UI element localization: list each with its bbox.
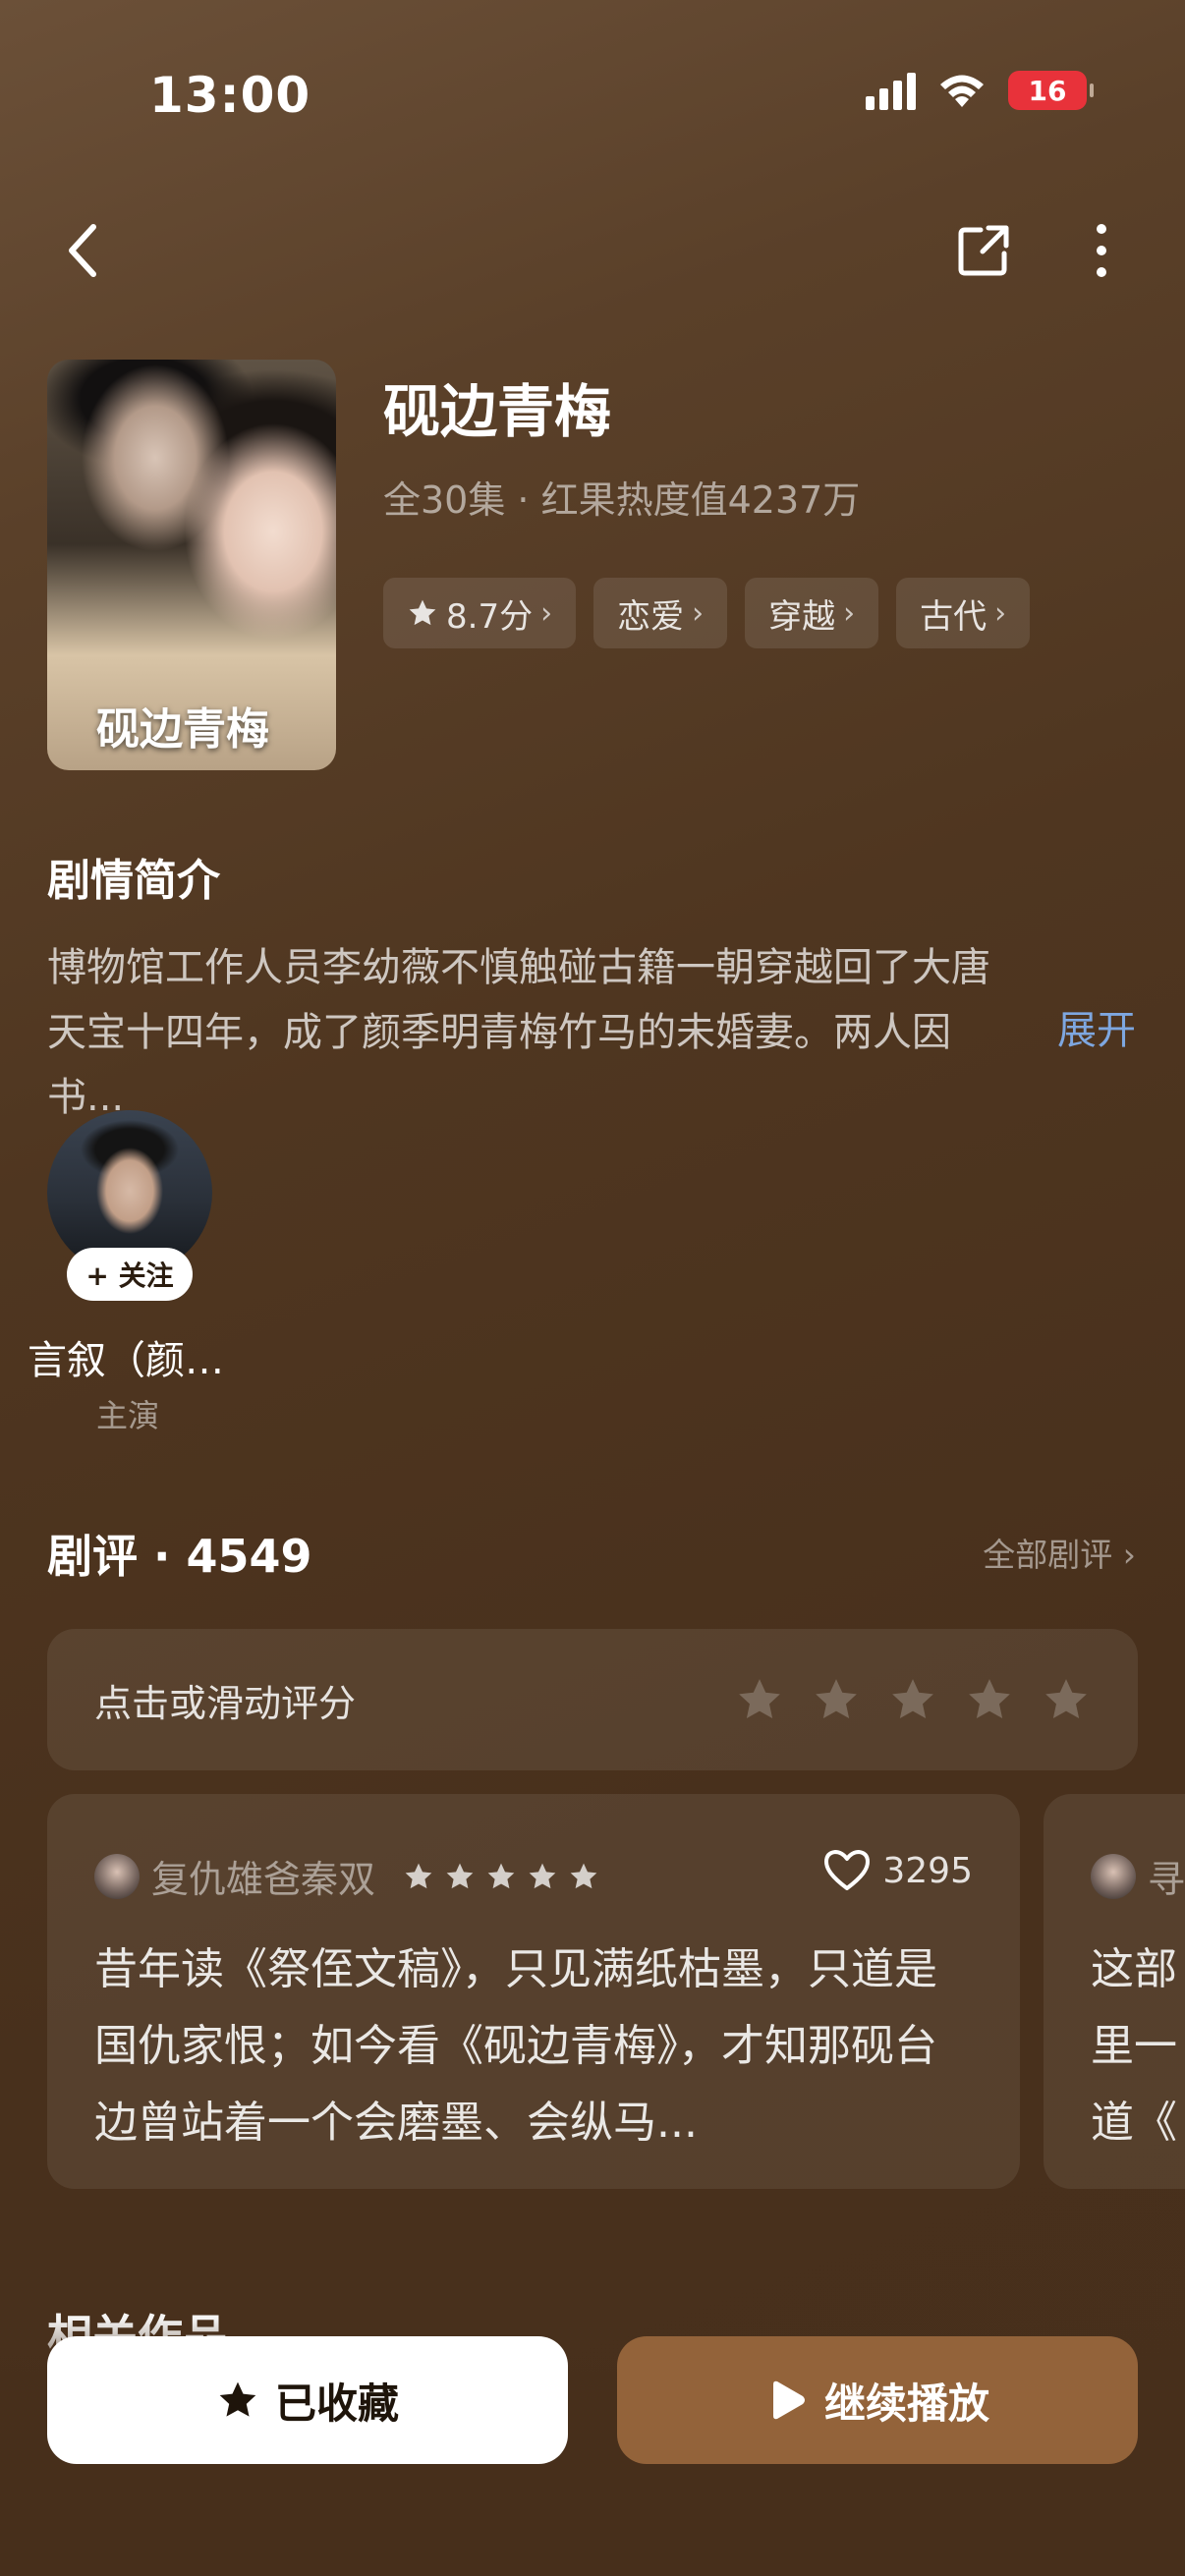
- back-button[interactable]: [47, 216, 116, 285]
- tag-time-travel[interactable]: 穿越 ›: [745, 578, 879, 648]
- tag-romance[interactable]: 恋爱 ›: [593, 578, 728, 648]
- chevron-right-icon: ›: [692, 595, 705, 631]
- poster-image[interactable]: 砚边青梅: [47, 360, 336, 770]
- play-icon: [772, 2380, 805, 2420]
- favorite-label: 已收藏: [274, 2379, 399, 2428]
- chevron-right-icon: ›: [540, 595, 553, 631]
- continue-play-label: 继续播放: [823, 2379, 989, 2428]
- expand-link[interactable]: 展开: [1057, 998, 1136, 1055]
- review-header: 寻: [1091, 1849, 1185, 1903]
- all-reviews-link[interactable]: 全部剧评 ›: [983, 1529, 1136, 1576]
- tag-label: 古代: [920, 596, 988, 637]
- more-button[interactable]: [1067, 216, 1136, 285]
- chevron-right-icon: ›: [1122, 1536, 1136, 1574]
- review-header: 复仇雄爸秦双: [94, 1849, 599, 1903]
- reviewer-avatar[interactable]: [94, 1853, 140, 1899]
- share-button[interactable]: [949, 216, 1018, 285]
- reviewer-name[interactable]: 寻: [1148, 1849, 1185, 1903]
- heart-icon: [824, 1850, 871, 1890]
- star-icon: [487, 1863, 515, 1888]
- star-icon: [409, 599, 436, 626]
- drama-title: 砚边青梅: [383, 378, 612, 445]
- synopsis-title: 剧情简介: [47, 856, 220, 906]
- star-icon: [446, 1863, 474, 1888]
- chevron-left-icon: [69, 224, 96, 277]
- tag-label: 恋爱: [617, 596, 685, 637]
- review-card[interactable]: 复仇雄爸秦双 3295 昔年读《祭侄文稿》，只见满纸枯墨，只道是国仇家恨；如今看…: [47, 1794, 1020, 2189]
- rating-prompt: 点击或滑动评分: [94, 1681, 357, 1725]
- star-icon: [570, 1863, 597, 1888]
- tag-list: 8.7分 › 恋爱 › 穿越 › 古代 ›: [383, 578, 1031, 648]
- star-outline-icon[interactable]: [965, 1675, 1014, 1724]
- star-filled-icon: [219, 2381, 256, 2417]
- cast-role: 主演: [96, 1397, 160, 1434]
- cast-name[interactable]: 言叙（颜…: [28, 1328, 224, 1385]
- review-text: 这部里一道《: [1091, 1944, 1177, 2148]
- share-icon: [958, 225, 1009, 276]
- follow-button[interactable]: + 关注: [67, 1248, 193, 1301]
- star-outline-icon[interactable]: [1042, 1675, 1091, 1724]
- continue-play-button[interactable]: 继续播放: [617, 2336, 1138, 2464]
- star-outline-icon[interactable]: [888, 1675, 937, 1724]
- tag-label: 穿越: [768, 596, 836, 637]
- chevron-right-icon: ›: [843, 595, 856, 631]
- star-icon: [405, 1863, 432, 1888]
- favorite-button[interactable]: 已收藏: [47, 2336, 568, 2464]
- synopsis-text[interactable]: 博物馆工作人员李幼薇不慎触碰古籍一朝穿越回了大唐天宝十四年，成了颜季明青梅竹马的…: [47, 935, 1138, 1130]
- rating-tag[interactable]: 8.7分 ›: [383, 578, 577, 648]
- drama-meta: 全30集 · 红果热度值4237万: [383, 478, 861, 522]
- like-button[interactable]: 3295: [823, 1849, 973, 1892]
- all-reviews-label: 全部剧评: [983, 1536, 1113, 1574]
- reviews-title: 剧评 · 4549: [47, 1530, 312, 1583]
- review-text: 昔年读《祭侄文稿》，只见满纸枯墨，只道是国仇家恨；如今看《砚边青梅》，才知那砚台…: [94, 1944, 937, 2148]
- star-outline-icon[interactable]: [812, 1675, 861, 1724]
- like-count: 3295: [882, 1850, 973, 1891]
- status-icons: 16: [866, 71, 1094, 110]
- star-outline-icon[interactable]: [735, 1675, 784, 1724]
- star-icon: [529, 1863, 556, 1888]
- status-time: 13:00: [149, 67, 311, 124]
- more-vertical-icon: [1097, 224, 1106, 277]
- review-card-partial[interactable]: 寻 这部里一道《: [1044, 1794, 1185, 2189]
- review-stars: [403, 1861, 599, 1892]
- tag-ancient[interactable]: 古代 ›: [896, 578, 1031, 648]
- battery-icon: 16: [1008, 71, 1094, 110]
- poster-title: 砚边青梅: [96, 704, 269, 755]
- wifi-icon: [940, 75, 984, 107]
- rating-stars[interactable]: [735, 1675, 1091, 1724]
- reviewer-avatar[interactable]: [1091, 1853, 1136, 1899]
- reviewer-name[interactable]: 复仇雄爸秦双: [151, 1849, 375, 1903]
- rating-input[interactable]: 点击或滑动评分: [47, 1629, 1138, 1770]
- chevron-right-icon: ›: [994, 595, 1007, 631]
- cellular-signal-icon: [866, 71, 916, 110]
- tag-label: 8.7分: [446, 596, 534, 637]
